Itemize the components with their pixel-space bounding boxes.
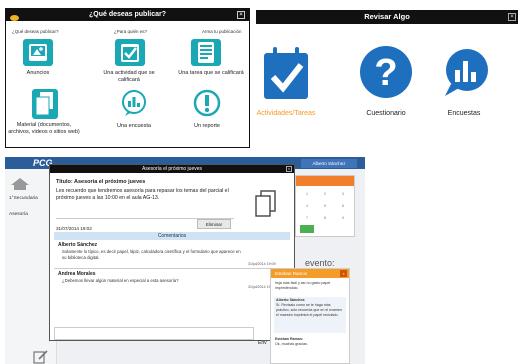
user-menu[interactable]: Alberto Sánchez [301, 159, 357, 168]
chat-message: Ok, muchas gracias. [275, 342, 308, 346]
calendar-day[interactable]: 5 [318, 202, 332, 210]
review-label-activities: Actividades/Tareas [256, 110, 316, 117]
svg-text:?: ? [374, 52, 397, 94]
close-icon[interactable]: × [237, 11, 245, 19]
modal-title: Asesoría el próximo jueves [141, 166, 203, 172]
comment-text: ¿Debemos llevar algún material en especi… [62, 278, 179, 283]
review-panel-title: Revisar Algo [364, 12, 410, 21]
delete-button[interactable]: Eliminar [197, 219, 231, 229]
post-title: Titulo: Asesoria el próximo jueves [56, 179, 146, 185]
option-label-material: Material (documentos, archivos, videos o… [8, 122, 80, 135]
activity-check-icon[interactable] [115, 39, 145, 66]
publish-panel-header: ¿Qué deseas publicar? × [6, 9, 249, 21]
chat-message-box: Alberto Sánchez: Sí. Revisalo como se te… [274, 297, 346, 333]
option-label-report: Un reporte [194, 123, 220, 129]
calendar-widget: 1 2 3 4 5 6 7 8 9 [295, 175, 355, 237]
send-button[interactable]: Env [258, 340, 267, 346]
announcements-icon[interactable] [23, 39, 53, 66]
comment-input[interactable] [54, 327, 254, 340]
step-label-who: ¿Para quién es? [114, 29, 148, 34]
step-label-what: ¿Qué deseas publicar? [12, 29, 59, 34]
survey-chart-icon[interactable] [119, 89, 149, 117]
comments-header: Comentarios [54, 232, 290, 240]
sidebar-item-group[interactable]: 1°Secundaria [9, 196, 38, 201]
chat-window: Esteban Ramos × hoja más fácil y así no … [270, 268, 350, 364]
calendar-day[interactable]: 6 [336, 202, 350, 210]
quiz-question-icon[interactable]: ? [359, 45, 413, 99]
report-exclamation-icon[interactable] [193, 89, 221, 117]
review-panel-header: Revisar Algo × [256, 10, 518, 24]
home-icon[interactable] [11, 177, 29, 190]
speech-bubble-icon [10, 15, 19, 21]
option-label-survey: Una encuesta [117, 123, 151, 129]
modal-header: Asesoría el próximo jueves × [50, 165, 294, 173]
post-date: 31/07/2014 19:02 [56, 226, 92, 231]
post-body: Les recuerdo que tendremos asesoría para… [56, 188, 229, 201]
review-label-surveys: Encuestas [447, 110, 481, 117]
option-label-announcements: Anuncios [26, 70, 50, 76]
event-label: evento: [305, 258, 335, 268]
close-icon[interactable]: × [340, 270, 347, 277]
chat-message: Sí. Revisalo como se te haga más práctic… [276, 303, 342, 317]
publish-panel: ¿Qué deseas publicar? × ¿Qué deseas publ… [5, 8, 250, 148]
chat-message: hoja más fácil y así no gasto papel impr… [275, 281, 331, 290]
comment-date: 31/jul/2014 19:09 [248, 262, 276, 266]
divider [54, 268, 290, 269]
calendar-day[interactable]: 9 [336, 214, 350, 222]
calendar-day[interactable]: 3 [336, 190, 350, 198]
option-label-activity: Una actividad que se calificará [103, 70, 155, 83]
edit-icon[interactable] [33, 349, 49, 364]
calendar-day[interactable]: 1 [300, 190, 314, 198]
option-label-homework: Una tarea que se calificará [178, 70, 244, 76]
step-label-compose: Arma tu publicación [202, 29, 242, 34]
post-modal: Asesoría el próximo jueves × Titulo: Ase… [49, 164, 295, 346]
document-icon[interactable] [254, 189, 278, 219]
calendar-today-marker[interactable] [300, 225, 314, 233]
calendar-day[interactable]: 7 [300, 214, 314, 222]
calendar-day[interactable]: 8 [318, 214, 332, 222]
calendar-header [296, 176, 354, 186]
calendar-day[interactable]: 2 [318, 190, 332, 198]
homework-list-icon[interactable] [191, 39, 221, 66]
review-label-quiz: Cuestionario [366, 110, 406, 117]
surveys-chart-icon[interactable] [441, 46, 491, 98]
activities-calendar-check-icon[interactable] [261, 45, 313, 103]
sidebar-item-asesoria[interactable]: Asesoría [9, 212, 28, 217]
comment-author: Alberto Sánchez [58, 242, 98, 248]
calendar-day[interactable]: 4 [300, 202, 314, 210]
close-icon[interactable]: × [286, 166, 292, 172]
publish-panel-title: ¿Qué deseas publicar? [88, 11, 167, 18]
comment-text: Solamente lo típico, es decir papel, láp… [62, 249, 241, 260]
comment-author: Andrea Morales [58, 271, 96, 277]
chat-header: Esteban Ramos × [271, 269, 349, 278]
documents-icon[interactable] [32, 89, 58, 119]
chat-contact-name: Esteban Ramos [275, 271, 308, 276]
close-icon[interactable]: × [508, 13, 516, 21]
